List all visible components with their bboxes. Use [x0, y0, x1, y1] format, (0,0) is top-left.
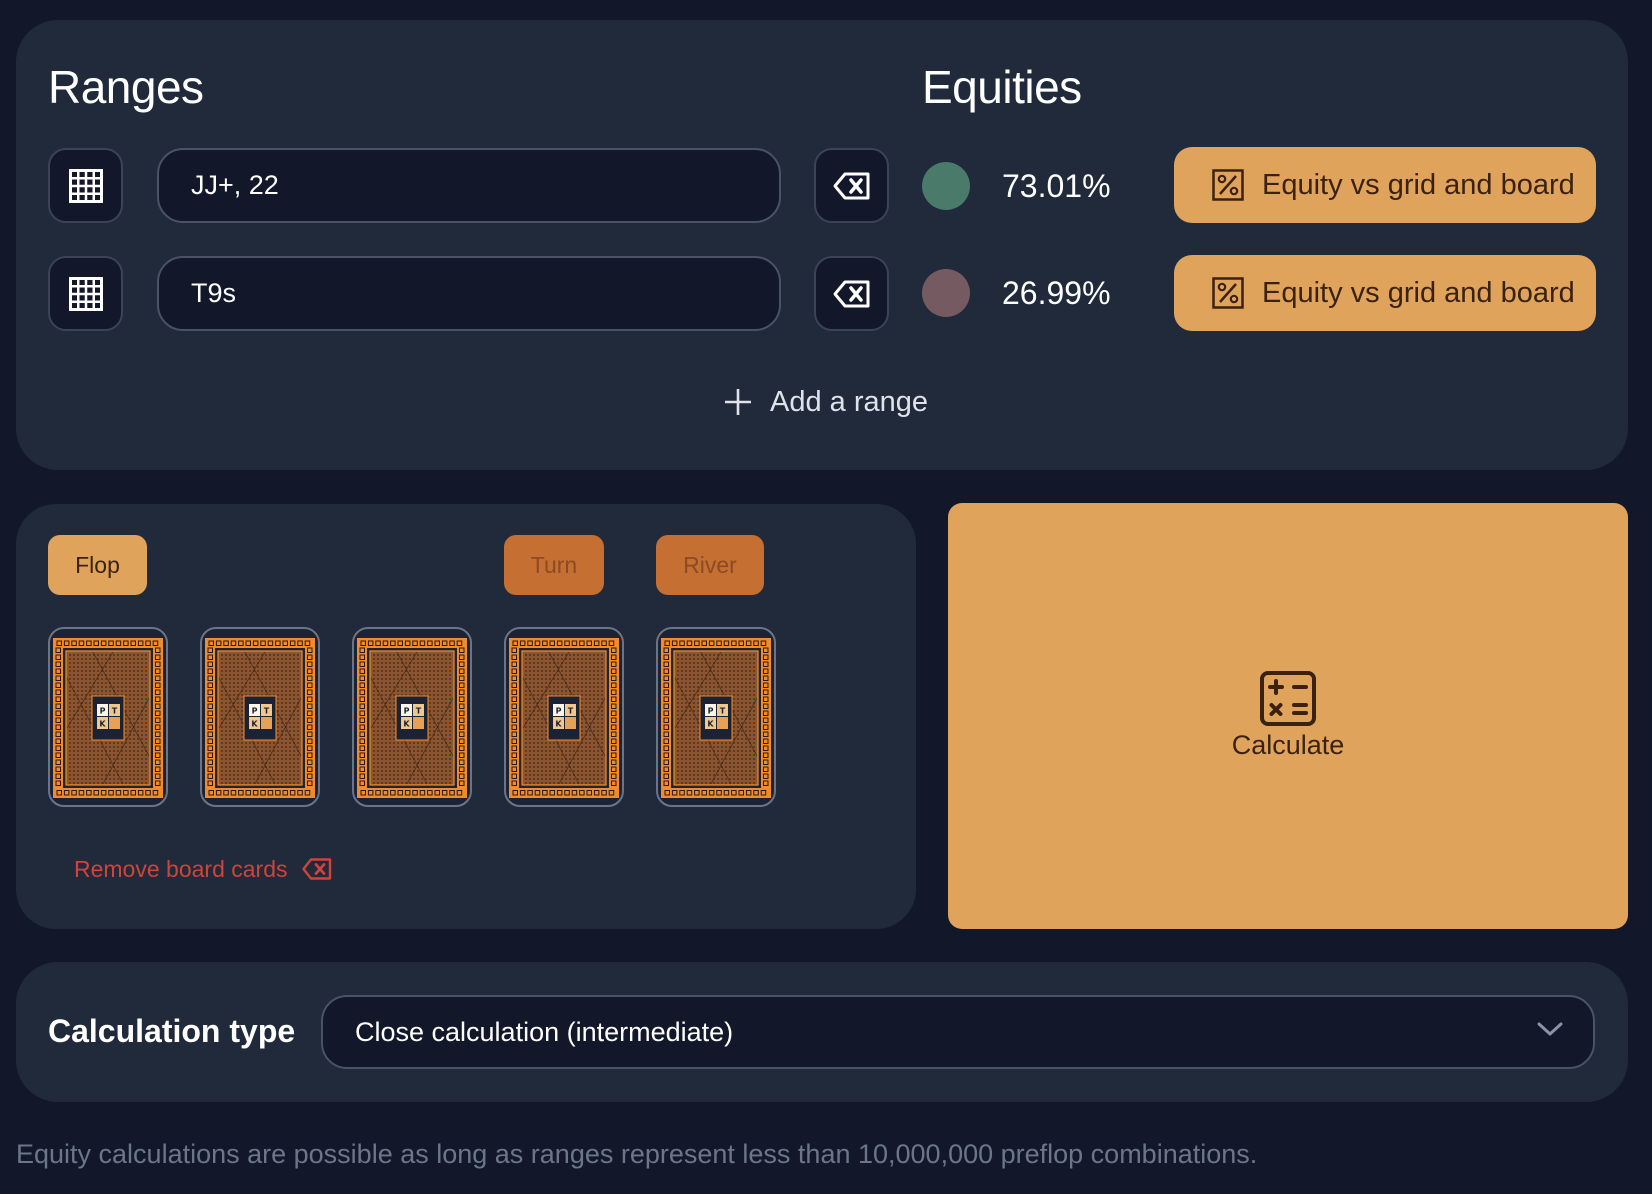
card-back-pattern: P TK [357, 638, 467, 798]
calculation-type-value: Close calculation (intermediate) [355, 1016, 734, 1047]
board-card-1[interactable]: PTK [48, 627, 168, 807]
grid-icon [68, 168, 103, 203]
ranges-title: Ranges [48, 61, 204, 113]
range-grid-button-2[interactable] [48, 256, 123, 331]
svg-text:T: T [264, 707, 270, 716]
calculation-type-label: Calculation type [48, 1013, 296, 1049]
percent-icon [1212, 169, 1244, 201]
svg-text:K: K [707, 720, 714, 729]
card-back-pattern: P TK [661, 638, 771, 798]
range-input-2[interactable] [157, 256, 781, 331]
calculate-label: Calculate [1231, 730, 1345, 760]
backspace-icon [833, 280, 869, 307]
remove-board-cards-button[interactable]: Remove board cards [74, 852, 332, 886]
svg-text:P: P [404, 707, 410, 716]
svg-text:T: T [720, 707, 726, 716]
card-back-pattern: P TK [53, 638, 163, 798]
svg-text:T: T [112, 707, 118, 716]
svg-text:K: K [251, 720, 258, 729]
calculator-icon [1260, 671, 1316, 726]
chevron-down-icon [1537, 1022, 1563, 1036]
svg-text:P: P [100, 707, 106, 716]
svg-text:K: K [99, 720, 106, 729]
board-card-5[interactable]: PTK [656, 627, 776, 807]
add-range-button[interactable]: Add a range [724, 380, 928, 424]
street-turn-button[interactable]: Turn [504, 535, 604, 595]
board-card-4[interactable]: PTK [504, 627, 624, 807]
equity-value-1: 73.01% [1002, 168, 1111, 204]
equity-vs-grid-button-1[interactable]: Equity vs grid and board [1174, 147, 1596, 223]
svg-text:T: T [568, 707, 574, 716]
svg-text:T: T [416, 707, 422, 716]
plus-icon [725, 389, 751, 415]
range-color-dot-2 [922, 269, 970, 317]
backspace-icon [833, 172, 869, 199]
board-card-3[interactable]: PTK [352, 627, 472, 807]
range-input-1[interactable] [157, 148, 781, 223]
svg-text:P: P [708, 707, 714, 716]
range-grid-button-1[interactable] [48, 148, 123, 223]
svg-text:P: P [556, 707, 562, 716]
equities-title: Equities [922, 61, 1082, 113]
equity-vs-grid-button-2[interactable]: Equity vs grid and board [1174, 255, 1596, 331]
street-flop-button[interactable]: Flop [48, 535, 147, 595]
calculate-button[interactable]: Calculate [948, 503, 1628, 929]
card-back-pattern: P TK [205, 638, 315, 798]
percent-icon [1212, 277, 1244, 309]
calculation-type-select[interactable]: Close calculation (intermediate) [321, 995, 1595, 1069]
equity-value-2: 26.99% [1002, 275, 1111, 311]
backspace-icon [301, 858, 331, 880]
grid-icon [68, 276, 103, 311]
svg-text:K: K [403, 720, 410, 729]
range-color-dot-1 [922, 162, 970, 210]
street-river-button[interactable]: River [656, 535, 764, 595]
svg-text:P: P [252, 707, 258, 716]
equity-vs-grid-label-2: Equity vs grid and board [1262, 276, 1575, 309]
svg-text:K: K [555, 720, 562, 729]
board-card-2[interactable]: PTK [200, 627, 320, 807]
add-range-label: Add a range [770, 385, 929, 418]
clear-range-button-2[interactable] [814, 256, 889, 331]
remove-board-cards-label: Remove board cards [74, 855, 288, 882]
equity-limit-note: Equity calculations are possible as long… [16, 1139, 1258, 1169]
card-back-pattern: P TK [509, 638, 619, 798]
clear-range-button-1[interactable] [814, 148, 889, 223]
equity-vs-grid-label-1: Equity vs grid and board [1262, 168, 1575, 201]
